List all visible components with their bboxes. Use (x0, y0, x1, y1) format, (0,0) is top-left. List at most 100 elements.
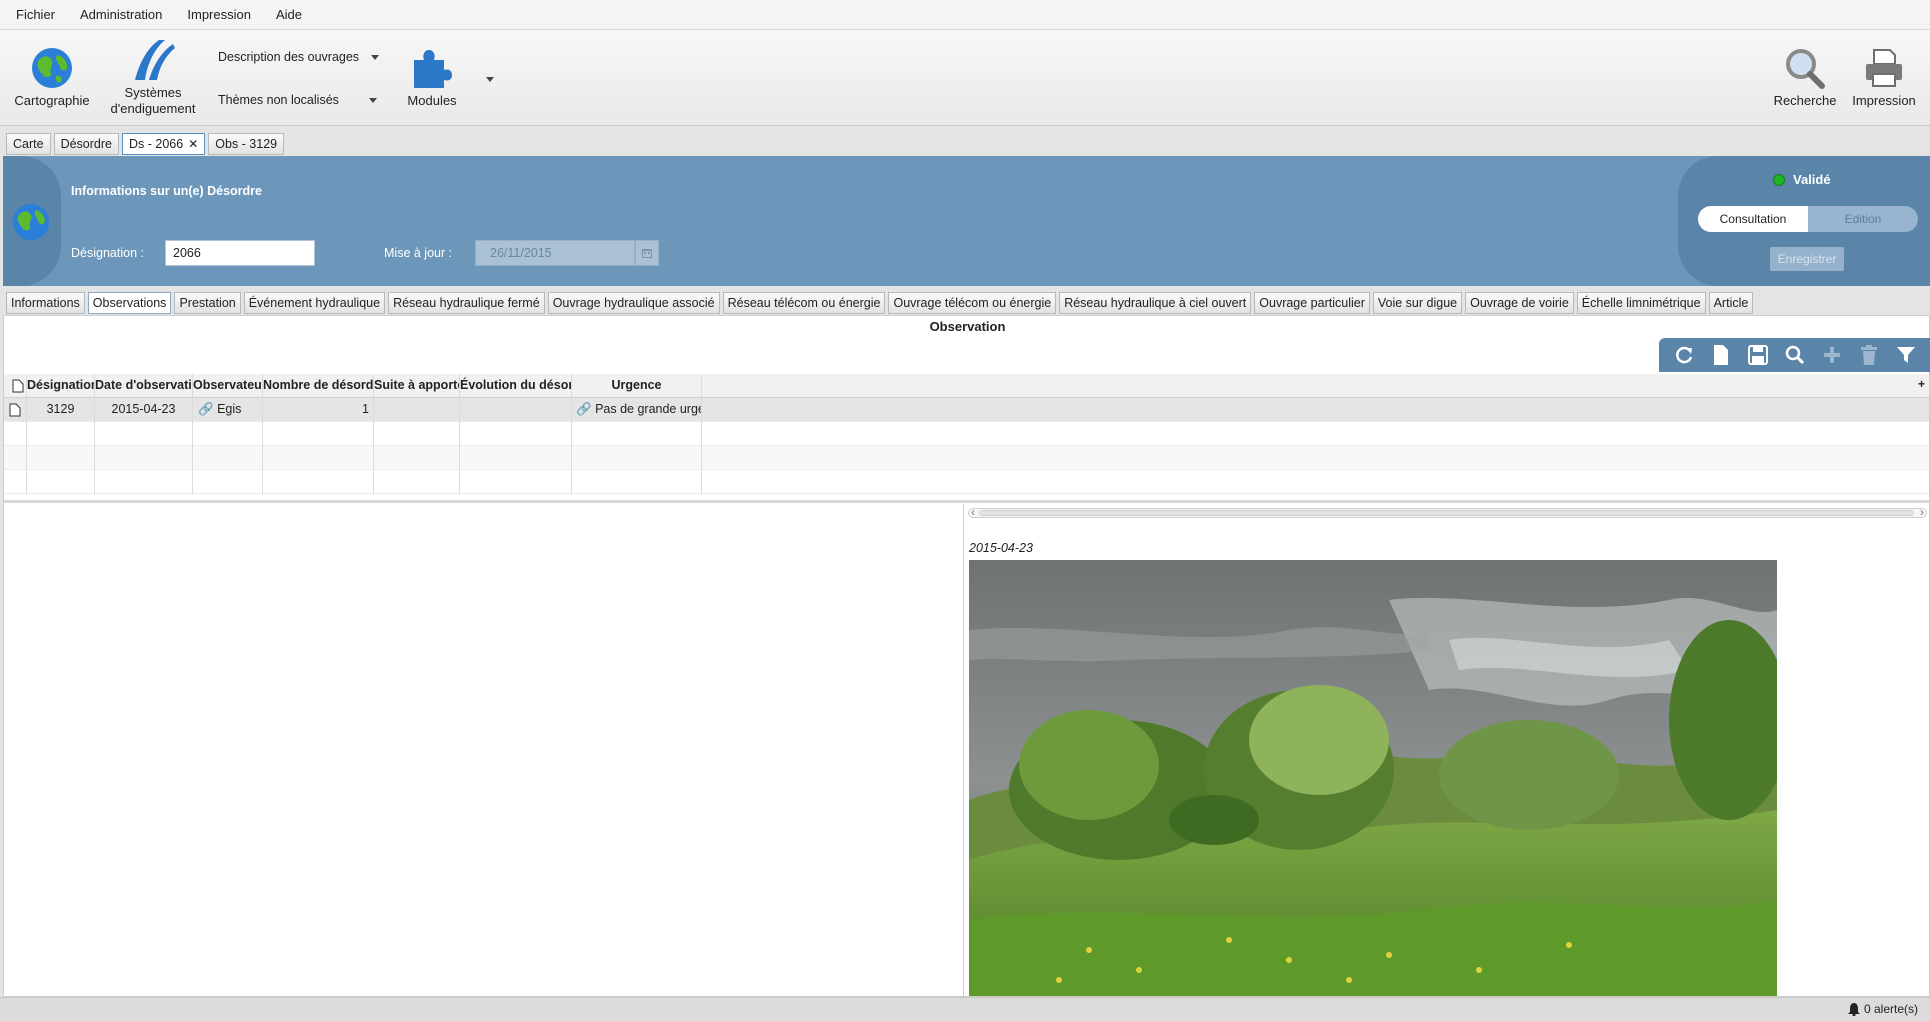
designation-input[interactable]: 2066 (165, 240, 315, 266)
impression-button[interactable]: Impression (1848, 46, 1920, 109)
tab-ds-2066-label: Ds - 2066 (129, 137, 184, 151)
tab-ouvrage-particulier[interactable]: Ouvrage particulier (1254, 292, 1370, 314)
chevron-down-icon (371, 55, 380, 61)
add-column-icon[interactable]: + (1918, 377, 1925, 391)
tab-echelle-limnimetrique[interactable]: Échelle limnimétrique (1576, 292, 1706, 314)
description-ouvrages-dropdown[interactable]: Description des ouvrages (218, 50, 380, 64)
tab-reseau-hydraulique-ferme[interactable]: Réseau hydraulique fermé (388, 292, 545, 314)
themes-dropdown[interactable]: Thèmes non localisés (218, 93, 377, 107)
modules-more-dropdown[interactable] (486, 72, 494, 86)
modules-button[interactable]: Modules (400, 46, 464, 109)
tab-article[interactable]: Article (1708, 292, 1754, 314)
header-observateur[interactable]: Observateur (193, 374, 263, 398)
systemes-endiguement-button[interactable]: Systèmes d'endiguement (108, 38, 198, 117)
scroll-thumb[interactable] (979, 510, 1914, 516)
tab-ouvrage-de-voirie[interactable]: Ouvrage de voirie (1465, 292, 1574, 314)
table-header-row: Désignation Date d'observation Observate… (4, 374, 1929, 398)
observation-title: Observation (929, 319, 1006, 334)
tab-prestation[interactable]: Prestation (174, 292, 241, 314)
printer-icon (1866, 49, 1902, 87)
refresh-button[interactable] (1671, 342, 1697, 368)
split-divider[interactable] (4, 500, 1929, 503)
recherche-button[interactable]: Recherche (1770, 46, 1840, 109)
cell-evolution (460, 398, 572, 422)
tab-reseau-telecom[interactable]: Réseau télécom ou énergie (722, 292, 886, 314)
row-open-button[interactable] (4, 398, 27, 422)
maj-date-input[interactable]: 26/11/2015 (475, 240, 635, 266)
horizontal-scrollbar[interactable]: ‹ › (968, 505, 1927, 519)
document-icon (1713, 345, 1728, 365)
photo-date: 2015-04-23 (969, 541, 1033, 555)
observation-photo[interactable] (969, 560, 1777, 996)
empty-row (4, 422, 1929, 446)
filter-button[interactable] (1893, 342, 1919, 368)
table-row[interactable]: 3129 2015-04-23 🔗 Egis 1 🔗 Pas de grande… (4, 398, 1929, 422)
globe-icon (12, 203, 50, 241)
section-tabs: Informations Observations Prestation Évé… (6, 292, 1756, 314)
menu-administration[interactable]: Administration (76, 5, 166, 24)
new-document-button[interactable] (1708, 342, 1734, 368)
chevron-down-icon (486, 77, 494, 83)
tab-ouvrage-hydraulique-associe[interactable]: Ouvrage hydraulique associé (547, 292, 720, 314)
calendar-icon (642, 249, 652, 258)
search-button[interactable] (1782, 342, 1808, 368)
save-button[interactable]: Enregistrer (1770, 247, 1844, 271)
themes-label: Thèmes non localisés (218, 93, 339, 107)
header-urgence[interactable]: Urgence (572, 374, 702, 398)
link-icon[interactable]: 🔗 (576, 402, 592, 416)
link-icon[interactable]: 🔗 (198, 402, 214, 416)
cell-observateur: 🔗 Egis (193, 398, 263, 422)
desordre-header: Informations sur un(e) Désordre Désignat… (3, 156, 1930, 286)
tab-voie-sur-digue[interactable]: Voie sur digue (1372, 292, 1463, 314)
menu-bar: Fichier Administration Impression Aide (0, 0, 1930, 30)
cartographie-button[interactable]: Cartographie (12, 46, 92, 109)
photo-pane: ‹ › 2015-04-23 (966, 504, 1929, 996)
empty-row (4, 470, 1929, 494)
plus-icon (1824, 347, 1841, 363)
consultation-toggle[interactable]: Consultation (1698, 206, 1808, 232)
validation-panel: Validé Consultation Edition Enregistrer (1678, 156, 1930, 286)
magnifier-icon (1786, 49, 1825, 89)
tab-desordre[interactable]: Désordre (53, 133, 119, 155)
tab-ds-2066[interactable]: Ds - 2066 ✕ (122, 133, 206, 155)
description-ouvrages-label: Description des ouvrages (218, 50, 360, 64)
globe-icon (32, 48, 72, 88)
tab-observations[interactable]: Observations (87, 292, 172, 314)
impression-label: Impression (1852, 93, 1916, 108)
status-label: Validé (1793, 172, 1831, 187)
header-title: Informations sur un(e) Désordre (71, 184, 262, 198)
header-left-cap (3, 156, 61, 286)
observations-table: Désignation Date d'observation Observate… (4, 374, 1929, 494)
tab-ouvrage-telecom[interactable]: Ouvrage télécom ou énergie (888, 292, 1057, 314)
delete-button[interactable] (1856, 342, 1882, 368)
tab-informations[interactable]: Informations (6, 292, 85, 314)
refresh-icon (1675, 346, 1692, 364)
scroll-right-icon[interactable]: › (1920, 505, 1924, 519)
header-nombre[interactable]: Nombre de désordres (263, 374, 374, 398)
header-date[interactable]: Date d'observation (95, 374, 193, 398)
chevron-down-icon (368, 98, 377, 104)
tab-carte[interactable]: Carte (6, 133, 51, 155)
tab-obs-3129[interactable]: Obs - 3129 (208, 133, 285, 155)
header-designation[interactable]: Désignation (27, 374, 95, 398)
dike-icon (135, 40, 175, 80)
menu-impression[interactable]: Impression (183, 5, 255, 24)
menu-aide[interactable]: Aide (272, 5, 306, 24)
tab-reseau-ciel-ouvert[interactable]: Réseau hydraulique à ciel ouvert (1059, 292, 1252, 314)
edition-toggle[interactable]: Edition (1808, 206, 1918, 232)
add-button[interactable] (1819, 342, 1845, 368)
bell-icon (1847, 1002, 1860, 1016)
cell-suite (374, 398, 460, 422)
menu-fichier[interactable]: Fichier (12, 5, 59, 24)
save-table-button[interactable] (1745, 342, 1771, 368)
alerts-label: 0 alerte(s) (1863, 1002, 1918, 1016)
alerts-indicator[interactable]: 0 alerte(s) (1847, 1002, 1918, 1016)
tab-evenement-hydraulique[interactable]: Événement hydraulique (243, 292, 386, 314)
scroll-left-icon[interactable]: ‹ (971, 505, 975, 519)
document-icon (9, 403, 21, 417)
close-icon[interactable]: ✕ (188, 137, 198, 151)
header-suite[interactable]: Suite à apporter (374, 374, 460, 398)
header-evolution[interactable]: Évolution du désordre (460, 374, 572, 398)
cell-date: 2015-04-23 (95, 398, 193, 422)
calendar-button[interactable] (635, 240, 659, 266)
